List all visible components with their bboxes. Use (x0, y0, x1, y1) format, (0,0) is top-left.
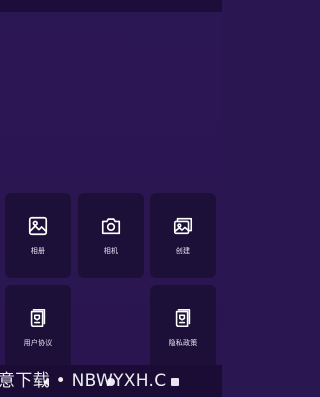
document-scroll-icon (175, 308, 191, 328)
user-agreement-button[interactable]: 用户协议 (5, 285, 71, 370)
image-icon (28, 216, 48, 236)
recent-apps-icon[interactable] (170, 377, 180, 387)
back-icon[interactable] (41, 377, 51, 387)
navigation-bar (0, 365, 222, 397)
status-bar (0, 0, 222, 12)
user-agreement-label: 用户协议 (23, 339, 53, 347)
album-label: 相册 (30, 247, 46, 255)
privacy-policy-label: 隐私政策 (168, 339, 198, 347)
gallery-add-icon (173, 217, 193, 235)
document-scroll-icon (30, 308, 46, 328)
create-label: 创建 (175, 247, 191, 255)
home-icon[interactable] (106, 377, 116, 387)
camera-button[interactable]: 相机 (78, 193, 144, 278)
create-button[interactable]: 创建 (150, 193, 216, 278)
album-button[interactable]: 相册 (5, 193, 71, 278)
camera-label: 相机 (103, 247, 119, 255)
privacy-policy-button[interactable]: 隐私政策 (150, 285, 216, 370)
camera-icon (101, 218, 121, 235)
